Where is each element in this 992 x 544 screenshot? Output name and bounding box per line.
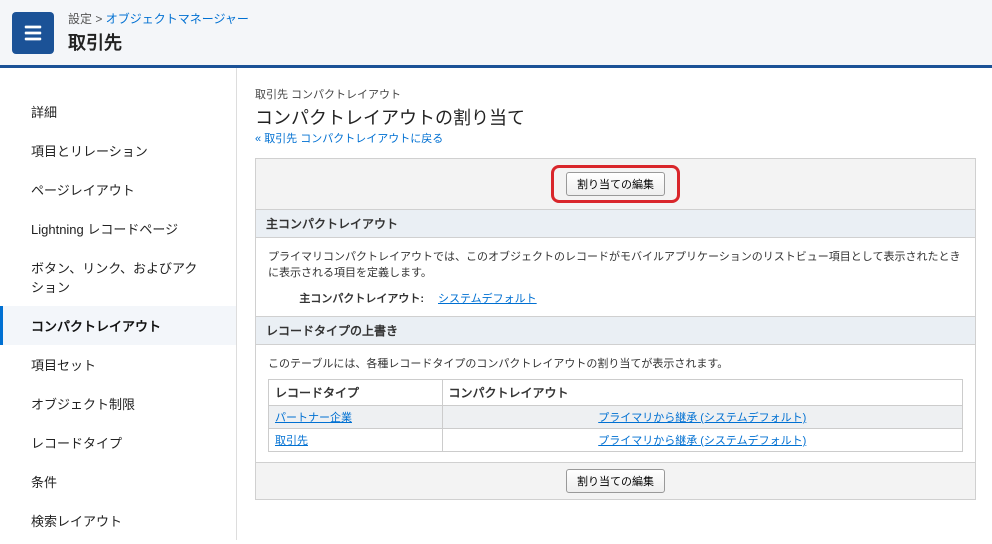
button-bar-top: 割り当ての編集 xyxy=(256,159,975,210)
assignment-card: 割り当ての編集 主コンパクトレイアウト プライマリコンパクトレイアウトでは、この… xyxy=(255,158,976,500)
primary-layout-label: 主コンパクトレイアウト: xyxy=(268,290,438,306)
button-bar-bottom: 割り当ての編集 xyxy=(256,462,975,499)
section-override-title: レコードタイプの上書き xyxy=(256,316,975,345)
breadcrumb-object-manager[interactable]: オブジェクトマネージャー xyxy=(106,12,249,26)
record-type-link[interactable]: パートナー企業 xyxy=(275,412,352,424)
back-link[interactable]: 取引先 コンパクトレイアウトに戻る xyxy=(264,133,443,145)
primary-layout-link[interactable]: システムデフォルト xyxy=(438,293,537,305)
object-icon xyxy=(12,12,54,54)
content-title: コンパクトレイアウトの割り当て xyxy=(255,104,976,130)
sidebar-item-0[interactable]: 詳細 xyxy=(0,92,236,131)
sidebar-item-7[interactable]: オブジェクト制限 xyxy=(0,384,236,423)
sidebar-item-3[interactable]: Lightning レコードページ xyxy=(0,209,236,248)
main-content: 取引先 コンパクトレイアウト コンパクトレイアウトの割り当て « 取引先 コンパ… xyxy=(237,68,992,540)
col-compact-layout: コンパクトレイアウト xyxy=(442,380,963,406)
section-primary-title: 主コンパクトレイアウト xyxy=(256,210,975,238)
breadcrumb-setup: 設定 xyxy=(68,12,92,26)
sidebar-item-1[interactable]: 項目とリレーション xyxy=(0,131,236,170)
compact-layout-link[interactable]: プライマリから継承 (システムデフォルト) xyxy=(598,412,806,424)
override-description: このテーブルには、各種レコードタイプのコンパクトレイアウトの割り当てが表示されま… xyxy=(268,355,963,371)
highlight-box: 割り当ての編集 xyxy=(551,165,680,203)
edit-assignment-button[interactable]: 割り当ての編集 xyxy=(566,172,665,196)
page-title: 取引先 xyxy=(68,29,249,55)
sidebar-item-9[interactable]: 条件 xyxy=(0,462,236,501)
sidebar-item-8[interactable]: レコードタイプ xyxy=(0,423,236,462)
breadcrumb: 設定 > オブジェクトマネージャー xyxy=(68,10,249,27)
sidebar-item-2[interactable]: ページレイアウト xyxy=(0,170,236,209)
sidebar-item-4[interactable]: ボタン、リンク、およびアクション xyxy=(0,248,236,306)
primary-description: プライマリコンパクトレイアウトでは、このオブジェクトのレコードがモバイルアプリケ… xyxy=(268,248,963,280)
sidebar-item-5[interactable]: コンパクトレイアウト xyxy=(0,306,236,345)
content-crumb: 取引先 コンパクトレイアウト xyxy=(255,86,976,102)
record-type-link[interactable]: 取引先 xyxy=(275,435,308,447)
edit-assignment-button-bottom[interactable]: 割り当ての編集 xyxy=(566,469,665,493)
sidebar: 詳細項目とリレーションページレイアウトLightning レコードページボタン、… xyxy=(0,68,237,540)
table-row: パートナー企業 プライマリから継承 (システムデフォルト) xyxy=(269,406,963,429)
sidebar-item-6[interactable]: 項目セット xyxy=(0,345,236,384)
table-row: 取引先 プライマリから継承 (システムデフォルト) xyxy=(269,429,963,452)
col-record-type: レコードタイプ xyxy=(269,380,443,406)
compact-layout-link[interactable]: プライマリから継承 (システムデフォルト) xyxy=(598,435,806,447)
sidebar-item-10[interactable]: 検索レイアウト xyxy=(0,501,236,540)
page-header: 設定 > オブジェクトマネージャー 取引先 xyxy=(0,0,992,68)
override-table: レコードタイプ コンパクトレイアウト パートナー企業プライマリから継承 (システ… xyxy=(268,379,963,452)
